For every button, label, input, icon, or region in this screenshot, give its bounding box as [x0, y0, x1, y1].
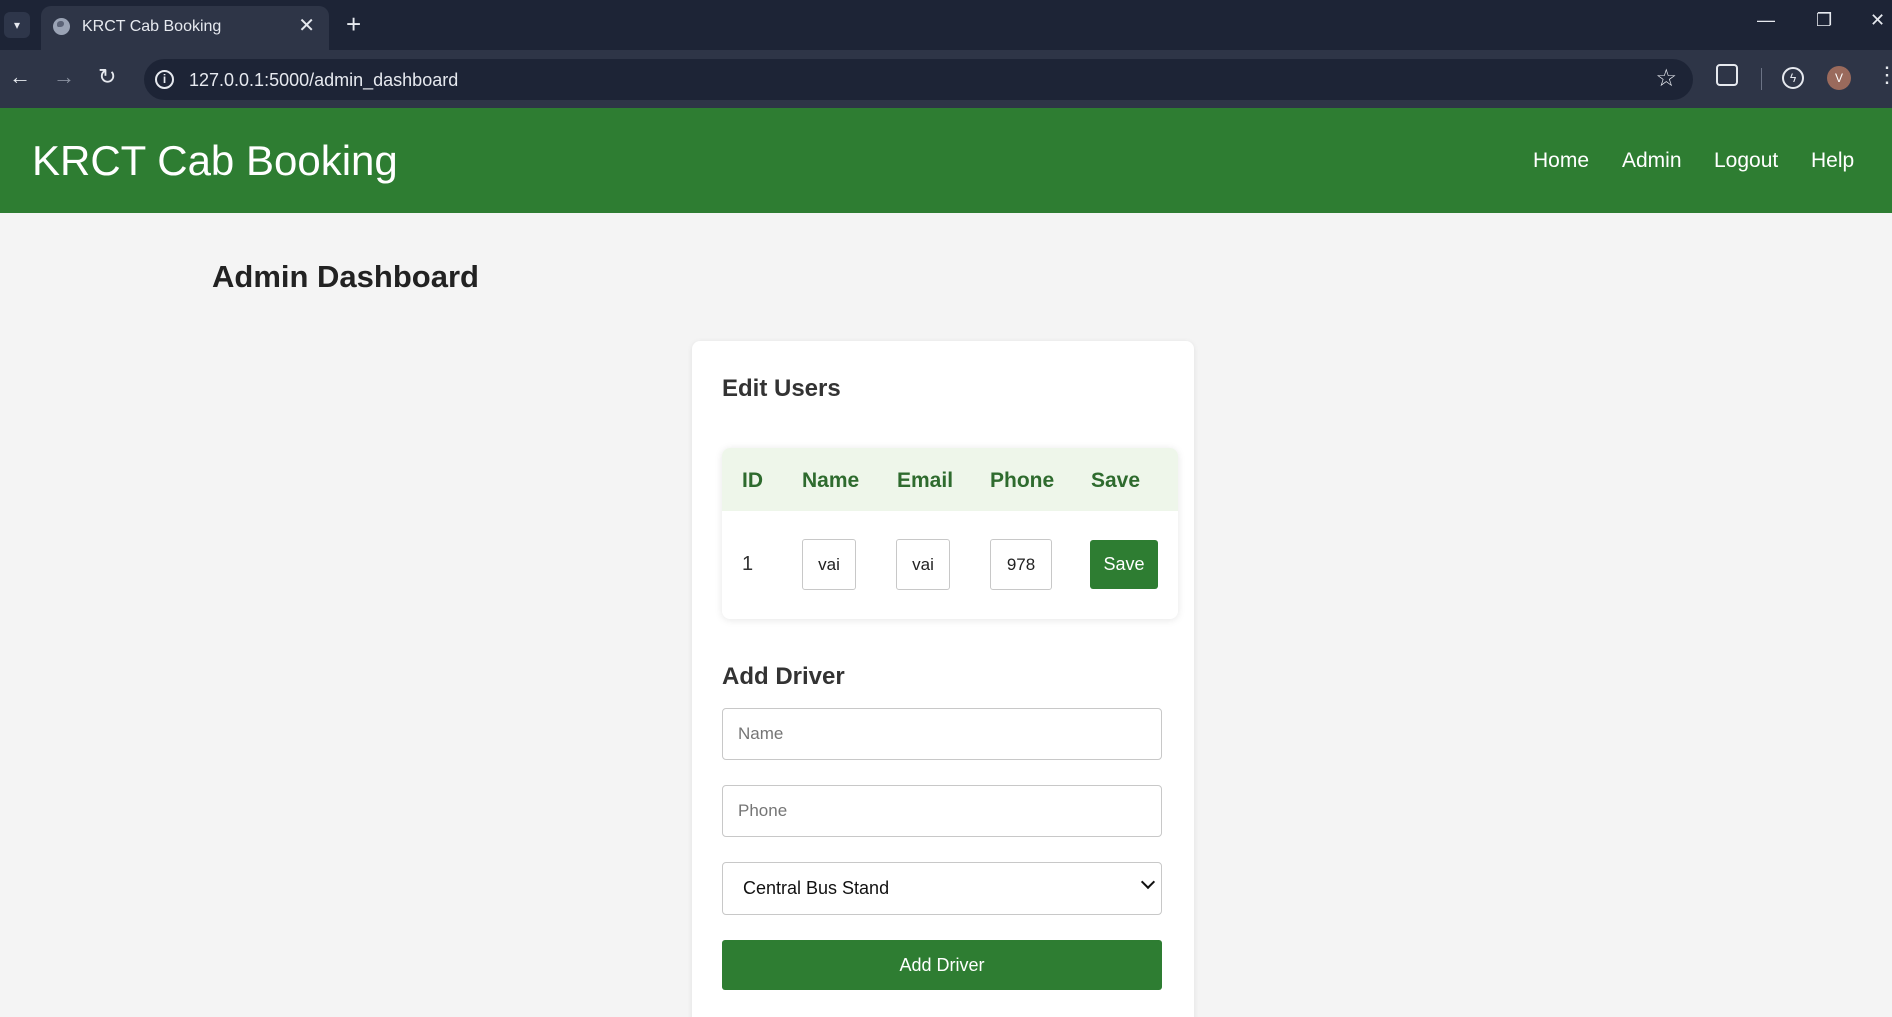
- address-bar[interactable]: i 127.0.0.1:5000/admin_dashboard ☆: [144, 59, 1693, 100]
- browser-tab[interactable]: KRCT Cab Booking ✕: [41, 6, 329, 50]
- avatar[interactable]: V: [1827, 66, 1851, 90]
- column-header-email: Email: [897, 469, 954, 492]
- browser-tab-bar: ▾ KRCT Cab Booking ✕ + — ❐ ✕: [0, 0, 1892, 50]
- tab-title: KRCT Cab Booking: [82, 18, 222, 35]
- reload-icon[interactable]: ↻: [98, 64, 116, 90]
- back-arrow-icon[interactable]: ←: [9, 64, 31, 90]
- add-driver-button[interactable]: Add Driver: [722, 940, 1162, 990]
- menu-kebab-icon[interactable]: ⋮: [1876, 62, 1892, 88]
- admin-card: Edit Users ID Name Email Phone Save 1 Sa…: [692, 341, 1194, 1017]
- window-close-icon[interactable]: ✕: [1870, 8, 1885, 32]
- plus-icon[interactable]: +: [346, 10, 361, 38]
- page-title: Admin Dashboard: [212, 259, 479, 294]
- column-header-name: Name: [802, 469, 860, 492]
- browser-toolbar: ← → ↻ i 127.0.0.1:5000/admin_dashboard ☆…: [0, 50, 1892, 108]
- nav-help-link[interactable]: Help: [1811, 148, 1854, 174]
- restore-icon[interactable]: ❐: [1816, 8, 1832, 32]
- column-header-phone: Phone: [990, 469, 1055, 492]
- add-driver-title: Add Driver: [722, 663, 845, 690]
- user-email-input[interactable]: [896, 539, 950, 590]
- url-text[interactable]: 127.0.0.1:5000/admin_dashboard: [189, 70, 458, 91]
- nav-home-link[interactable]: Home: [1533, 148, 1589, 174]
- driver-name-input[interactable]: [722, 708, 1162, 760]
- column-header-id: ID: [742, 469, 763, 492]
- toolbar-divider: [1761, 68, 1762, 90]
- table-header: ID Name Email Phone Save: [722, 448, 1178, 511]
- users-table: ID Name Email Phone Save 1 Save: [722, 448, 1178, 619]
- brand-title: KRCT Cab Booking: [32, 137, 398, 184]
- site-header: KRCT Cab Booking Home Admin Logout Help: [0, 108, 1892, 213]
- globe-icon: [53, 18, 70, 35]
- chevron-down-icon: [1140, 874, 1156, 890]
- user-phone-input[interactable]: [990, 539, 1052, 590]
- nav-logout-link[interactable]: Logout: [1714, 148, 1778, 174]
- forward-arrow-icon[interactable]: →: [53, 64, 75, 90]
- location-select-value: Central Bus Stand: [743, 878, 890, 898]
- location-select[interactable]: Central Bus Stand: [722, 862, 1162, 915]
- save-user-button[interactable]: Save: [1090, 540, 1158, 589]
- performance-icon[interactable]: ϟ: [1782, 67, 1804, 89]
- close-icon[interactable]: ✕: [298, 15, 315, 37]
- driver-phone-input[interactable]: [722, 785, 1162, 837]
- user-id-cell: 1: [742, 553, 754, 575]
- extensions-icon[interactable]: [1716, 64, 1738, 86]
- user-name-input[interactable]: [802, 539, 856, 590]
- tab-search-icon[interactable]: ▾: [4, 12, 30, 38]
- edit-users-title: Edit Users: [722, 375, 841, 402]
- column-header-save: Save: [1091, 469, 1141, 492]
- nav-admin-link[interactable]: Admin: [1622, 148, 1682, 174]
- minimize-icon[interactable]: —: [1757, 8, 1775, 32]
- info-icon[interactable]: i: [155, 70, 174, 89]
- star-icon[interactable]: ☆: [1655, 65, 1677, 93]
